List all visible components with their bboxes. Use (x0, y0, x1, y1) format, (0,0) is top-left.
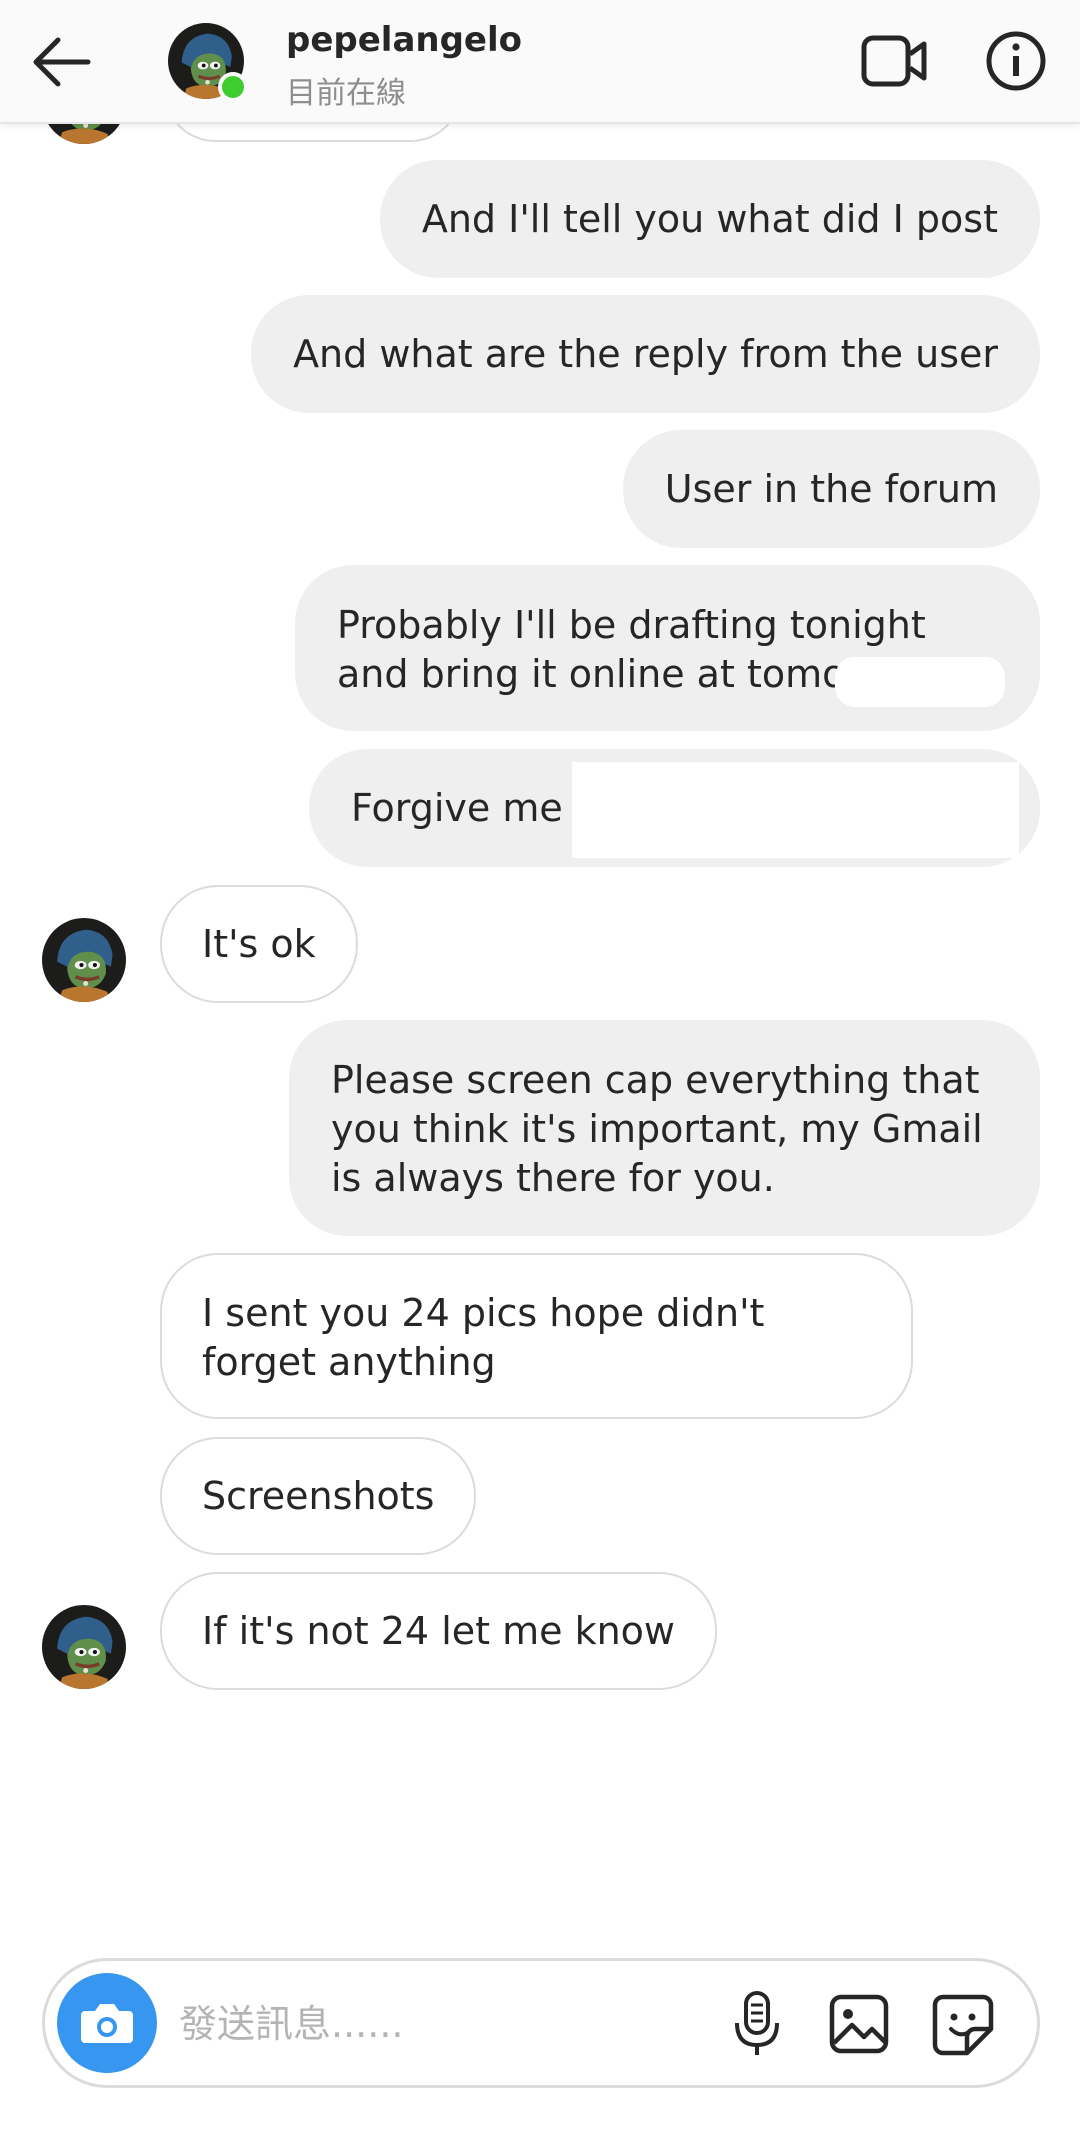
message-input[interactable] (177, 1993, 737, 2055)
redaction-block (572, 762, 1019, 858)
back-arrow-icon[interactable] (26, 28, 98, 96)
gallery-icon[interactable] (828, 1993, 890, 2055)
message-text: User in the forum (664, 466, 998, 511)
message-bubble-outgoing[interactable]: And I'll tell you what did I post (379, 160, 1040, 278)
microphone-icon[interactable] (729, 1989, 785, 2059)
message-text: Forgive me f (351, 785, 589, 830)
chat-username[interactable]: pepelangelo (286, 20, 522, 60)
active-status: 目前在線 (286, 76, 406, 111)
message-text: Screenshots (202, 1473, 435, 1518)
message-text: And I'll tell you what did I post (421, 196, 998, 241)
info-icon[interactable] (985, 30, 1047, 92)
message-bubble-outgoing[interactable]: User in the forum (622, 430, 1040, 548)
message-text: It's ok (202, 921, 316, 966)
message-bubble-incoming[interactable]: Screenshots (160, 1437, 477, 1555)
avatar[interactable] (42, 918, 126, 1002)
sticker-icon[interactable] (931, 1993, 995, 2057)
message-bubble-incoming[interactable]: If it's not 24 let me know (160, 1572, 717, 1690)
camera-icon[interactable] (57, 1973, 157, 2073)
message-text: And what are the reply from the user (293, 331, 998, 376)
message-bubble-incoming[interactable]: I sent you 24 pics hope didn't forget an… (160, 1253, 913, 1419)
video-call-icon[interactable] (860, 30, 930, 92)
message-bubble-outgoing[interactable]: Please screen cap everything that you th… (289, 1020, 1040, 1236)
message-composer (42, 1958, 1040, 2088)
online-status-dot (218, 72, 248, 102)
redaction-block (835, 657, 1005, 707)
message-text: Please screen cap everything that you th… (331, 1058, 983, 1200)
avatar[interactable] (42, 1605, 126, 1689)
message-text: I sent you 24 pics hope didn't forget an… (202, 1291, 765, 1384)
chat-header: pepelangelo 目前在線 (0, 0, 1080, 124)
message-bubble-incoming[interactable]: It's ok (160, 885, 358, 1003)
message-text: If it's not 24 let me know (202, 1608, 675, 1653)
message-bubble-outgoing[interactable]: And what are the reply from the user (251, 295, 1040, 413)
